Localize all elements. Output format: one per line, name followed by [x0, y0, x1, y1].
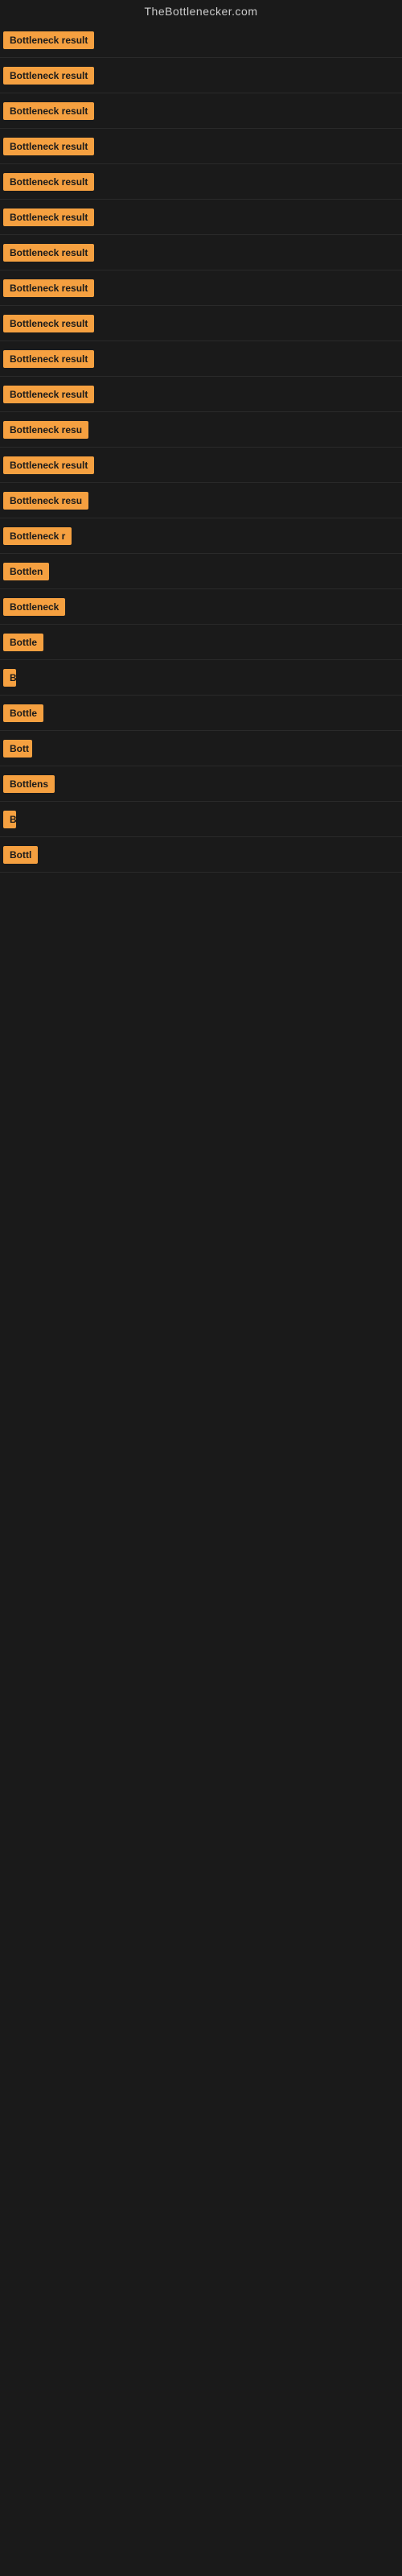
- bottleneck-result-label: Bottleneck result: [3, 456, 94, 474]
- bottleneck-result-label: Bottleneck result: [3, 315, 94, 332]
- bottleneck-result-label: Bottleneck result: [3, 208, 94, 226]
- bottleneck-result-label: Bottlen: [3, 563, 49, 580]
- result-row: Bottleneck result: [0, 58, 402, 93]
- result-row: Bottleneck resu: [0, 483, 402, 518]
- bottleneck-result-label: Bottl: [3, 846, 38, 864]
- bottleneck-result-label: Bottleneck result: [3, 350, 94, 368]
- result-row: Bottleneck result: [0, 235, 402, 270]
- result-row: Bottleneck r: [0, 518, 402, 554]
- result-row: Bottlen: [0, 554, 402, 589]
- result-row: Bottleneck result: [0, 200, 402, 235]
- result-row: Bottleneck result: [0, 341, 402, 377]
- site-header: TheBottlenecker.com: [0, 0, 402, 23]
- result-row: Bottle: [0, 696, 402, 731]
- result-row: Bottleneck result: [0, 448, 402, 483]
- bottleneck-result-label: B: [3, 669, 16, 687]
- bottleneck-result-label: Bottleneck result: [3, 279, 94, 297]
- bottleneck-result-label: Bott: [3, 740, 32, 758]
- result-row: Bottleneck result: [0, 129, 402, 164]
- result-row: Bottleneck: [0, 589, 402, 625]
- result-row: Bottleneck result: [0, 164, 402, 200]
- result-row: Bottlens: [0, 766, 402, 802]
- result-row: Bottleneck resu: [0, 412, 402, 448]
- result-row: B: [0, 802, 402, 837]
- bottleneck-result-label: Bottleneck resu: [3, 492, 88, 510]
- results-list: Bottleneck result Bottleneck result Bottle…: [0, 23, 402, 873]
- bottleneck-result-label: B: [3, 811, 16, 828]
- result-row: Bott: [0, 731, 402, 766]
- bottleneck-result-label: Bottleneck r: [3, 527, 72, 545]
- result-row: Bottleneck result: [0, 306, 402, 341]
- bottleneck-result-label: Bottleneck result: [3, 386, 94, 403]
- bottleneck-result-label: Bottlens: [3, 775, 55, 793]
- bottleneck-result-label: Bottleneck result: [3, 102, 94, 120]
- bottleneck-result-label: Bottleneck: [3, 598, 65, 616]
- bottleneck-result-label: Bottle: [3, 634, 43, 651]
- bottleneck-result-label: Bottleneck result: [3, 31, 94, 49]
- bottleneck-result-label: Bottleneck result: [3, 138, 94, 155]
- bottleneck-result-label: Bottleneck result: [3, 244, 94, 262]
- bottleneck-result-label: Bottleneck result: [3, 67, 94, 85]
- site-title: TheBottlenecker.com: [0, 0, 402, 23]
- result-row: Bottleneck result: [0, 377, 402, 412]
- result-row: Bottleneck result: [0, 270, 402, 306]
- result-row: Bottle: [0, 625, 402, 660]
- bottleneck-result-label: Bottle: [3, 704, 43, 722]
- result-row: B: [0, 660, 402, 696]
- bottleneck-result-label: Bottleneck resu: [3, 421, 88, 439]
- result-row: Bottleneck result: [0, 93, 402, 129]
- result-row: Bottl: [0, 837, 402, 873]
- bottleneck-result-label: Bottleneck result: [3, 173, 94, 191]
- result-row: Bottleneck result: [0, 23, 402, 58]
